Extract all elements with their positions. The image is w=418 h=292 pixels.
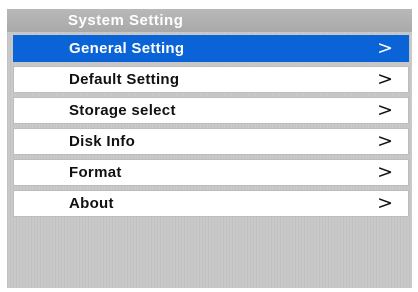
chevron-right-icon: > — [377, 161, 393, 183]
menu-item-general-setting[interactable]: General Setting > — [13, 35, 409, 62]
menu-item-about[interactable]: About > — [13, 190, 409, 217]
menu-item-label: Default Setting — [69, 71, 180, 88]
settings-menu: General Setting > Default Setting > Stor… — [13, 35, 409, 221]
menu-item-default-setting[interactable]: Default Setting > — [13, 66, 409, 93]
menu-item-disk-info[interactable]: Disk Info > — [13, 128, 409, 155]
title-bar: System Setting — [7, 9, 412, 32]
chevron-right-icon: > — [377, 192, 393, 214]
menu-item-label: About — [69, 195, 114, 212]
chevron-right-icon: > — [377, 99, 393, 121]
menu-item-storage-select[interactable]: Storage select > — [13, 97, 409, 124]
menu-item-label: Disk Info — [69, 133, 136, 150]
settings-screen: System Setting General Setting > Default… — [7, 9, 412, 288]
menu-item-label: Format — [69, 164, 122, 181]
menu-item-label: Storage select — [69, 102, 176, 119]
menu-item-format[interactable]: Format > — [13, 159, 409, 186]
chevron-right-icon: > — [377, 68, 393, 90]
chevron-right-icon: > — [377, 130, 393, 152]
menu-item-label: General Setting — [69, 40, 185, 57]
chevron-right-icon: > — [377, 37, 393, 59]
page-title: System Setting — [68, 12, 184, 29]
